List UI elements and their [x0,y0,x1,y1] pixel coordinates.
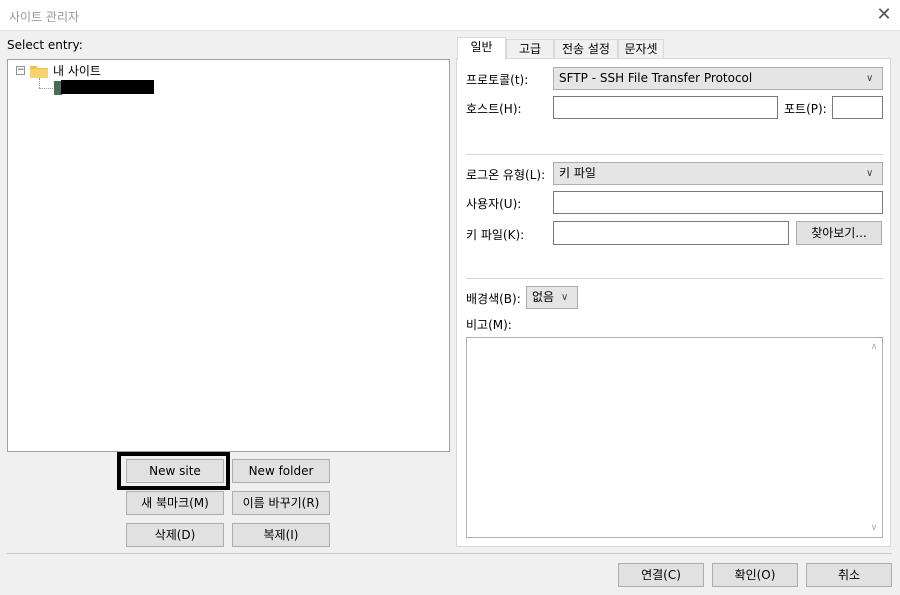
bgcolor-select[interactable]: 없음 ∨ [526,286,578,309]
tree-root-my-sites[interactable]: 내 사이트 [53,62,101,79]
logon-type-select[interactable]: 키 파일 ∨ [553,162,883,185]
separator [466,278,883,279]
port-input[interactable] [832,96,883,119]
new-bookmark-button[interactable]: 새 북마크(M) [126,491,224,515]
select-entry-label: Select entry: [7,38,83,52]
browse-button[interactable]: 찾아보기... [796,221,882,245]
folder-icon [30,66,48,78]
logon-type-value: 키 파일 [559,166,596,180]
chevron-down-icon: ∨ [561,292,569,303]
port-label: 포트(P): [784,102,827,116]
tree-line [39,78,40,88]
new-folder-button[interactable]: New folder [232,459,330,483]
host-input[interactable] [553,96,778,119]
keyfile-input[interactable] [553,221,789,245]
title-bar: 사이트 관리자 ✕ [0,0,900,31]
logon-type-label: 로그온 유형(L): [466,168,546,182]
separator [466,154,883,155]
tab-transfer-settings[interactable]: 전송 설정 [554,39,618,60]
protocol-label: 프로토콜(t): [466,73,529,87]
delete-button[interactable]: 삭제(D) [126,523,224,547]
tab-advanced[interactable]: 고급 [506,39,554,60]
user-label: 사용자(U): [466,197,522,211]
new-site-button[interactable]: New site [126,459,224,483]
copy-button[interactable]: 복제(I) [232,523,330,547]
close-icon[interactable]: ✕ [870,3,898,27]
ok-button[interactable]: 확인(O) [712,563,798,587]
protocol-select[interactable]: SFTP - SSH File Transfer Protocol ∨ [553,67,883,90]
comments-textarea[interactable]: ∧ ∨ [466,337,883,538]
protocol-value: SFTP - SSH File Transfer Protocol [559,71,753,85]
site-tree[interactable]: − 내 사이트 [7,59,450,452]
bgcolor-value: 없음 [532,290,555,304]
keyfile-label: 키 파일(K): [466,228,525,242]
chevron-down-icon: ∨ [866,73,874,84]
scroll-up-icon[interactable]: ∧ [868,342,880,352]
user-input[interactable] [553,191,883,214]
tab-charset[interactable]: 문자셋 [618,39,664,60]
footer-separator [7,553,892,554]
scroll-down-icon[interactable]: ∨ [868,523,880,533]
host-label: 호스트(H): [466,102,522,116]
tree-line [39,88,53,89]
cancel-button[interactable]: 취소 [806,563,892,587]
rename-button[interactable]: 이름 바꾸기(R) [232,491,330,515]
comments-label: 비고(M): [466,318,512,332]
chevron-down-icon: ∨ [866,168,874,179]
site-entry-redacted[interactable] [61,80,154,94]
tab-general[interactable]: 일반 [457,37,506,60]
bgcolor-label: 배경색(B): [466,292,521,306]
window-title: 사이트 관리자 [9,10,80,24]
tree-collapse-icon[interactable]: − [16,66,25,75]
connect-button[interactable]: 연결(C) [618,563,704,587]
